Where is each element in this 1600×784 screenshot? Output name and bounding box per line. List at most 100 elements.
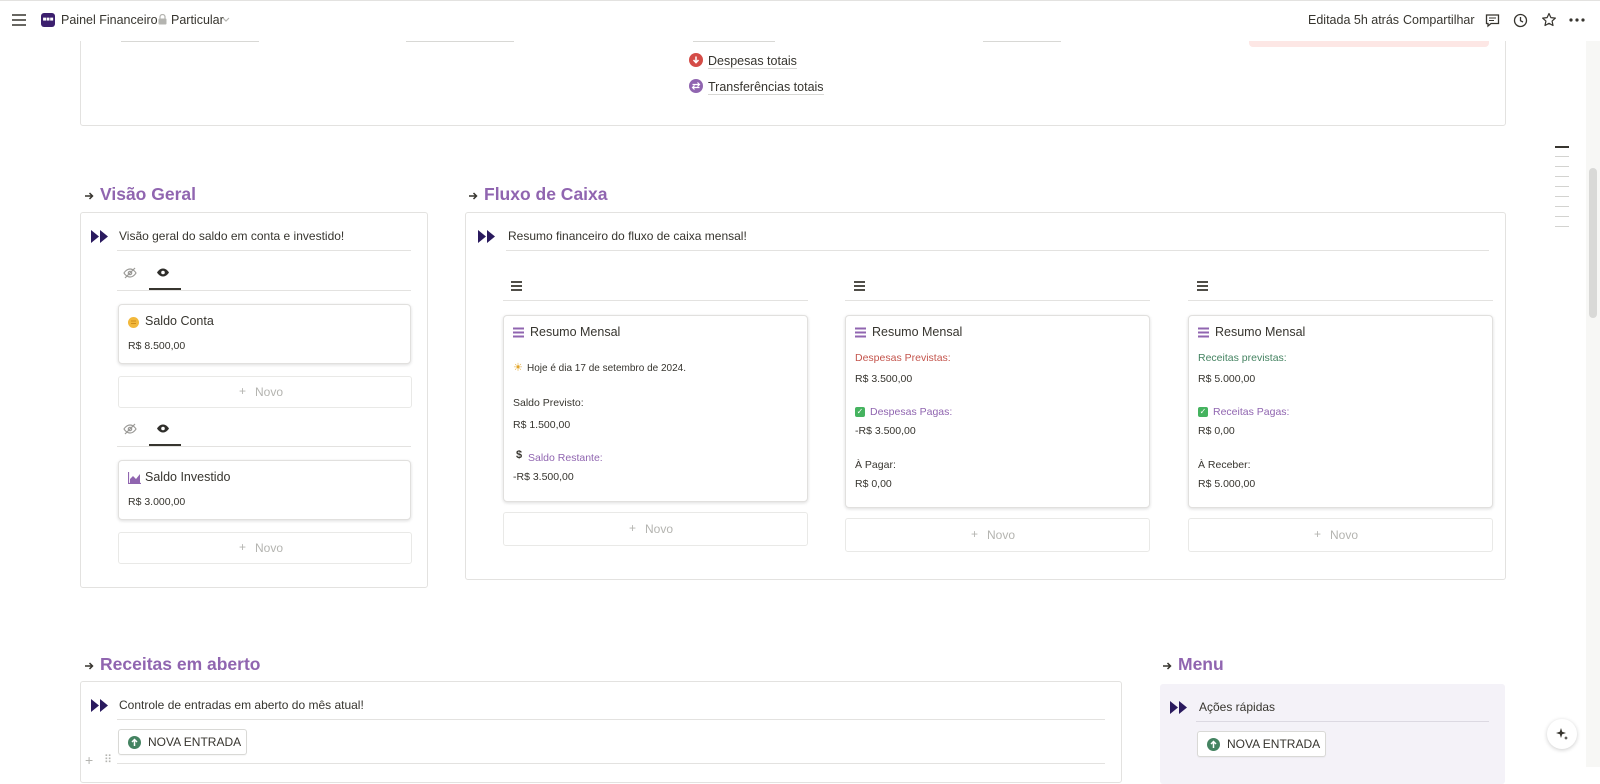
lock-icon bbox=[158, 14, 167, 25]
divider bbox=[506, 250, 1489, 251]
card-saldo-investido[interactable]: Saldo Investido R$ 3.000,00 bbox=[118, 460, 411, 520]
star-icon[interactable] bbox=[1541, 12, 1557, 28]
divider bbox=[117, 763, 1105, 764]
section-title-receitas: Receitas em aberto bbox=[100, 654, 261, 674]
double-arrow-icon bbox=[478, 230, 496, 243]
list-view-icon[interactable] bbox=[1197, 281, 1208, 291]
fluxo-caixa-panel: Resumo financeiro do fluxo de caixa mens… bbox=[465, 212, 1506, 580]
card-resumo-mensal[interactable]: Resumo Mensal Despesas Previstas: R$ 3.5… bbox=[845, 315, 1150, 508]
card-resumo-mensal[interactable]: Resumo Mensal ☀ Hoje é dia 17 de setembr… bbox=[503, 315, 808, 502]
coin-icon bbox=[128, 317, 139, 328]
divider bbox=[1188, 300, 1493, 301]
line-value: R$ 0,00 bbox=[1198, 425, 1235, 437]
clipped-item bbox=[406, 41, 514, 42]
plus-icon: + bbox=[1314, 527, 1322, 541]
divider bbox=[117, 446, 411, 447]
clipped-item bbox=[983, 41, 1061, 42]
chevron-down-icon[interactable] bbox=[222, 17, 230, 22]
divider bbox=[503, 300, 808, 301]
line-label: Receitas Pagas: bbox=[1213, 406, 1290, 418]
new-button-label: Novo bbox=[1330, 528, 1359, 542]
eye-icon[interactable] bbox=[156, 267, 170, 278]
arrow-down-circle-icon bbox=[689, 53, 703, 67]
sun-icon: ☀ bbox=[513, 362, 523, 374]
divider bbox=[1196, 721, 1489, 722]
card-value: R$ 3.000,00 bbox=[128, 496, 186, 508]
arrow-up-circle-icon bbox=[1207, 738, 1220, 751]
sparkle-icon bbox=[1555, 727, 1569, 741]
arrow-up-circle-icon bbox=[128, 736, 141, 749]
plus-icon: + bbox=[971, 527, 979, 541]
toggle-arrow-icon[interactable] bbox=[468, 191, 478, 201]
line-label: À Receber: bbox=[1198, 459, 1251, 471]
toggle-arrow-icon[interactable] bbox=[1162, 661, 1172, 671]
eye-slash-icon[interactable] bbox=[123, 423, 137, 435]
section-title-menu: Menu bbox=[1178, 654, 1224, 674]
total-transfers-link[interactable]: Transferências totais bbox=[708, 80, 824, 95]
list-view-icon[interactable] bbox=[511, 281, 522, 291]
receitas-panel: Controle de entradas em aberto do mês at… bbox=[80, 681, 1122, 783]
line-label: À Pagar: bbox=[855, 459, 896, 471]
more-options-icon[interactable] bbox=[1569, 18, 1585, 22]
sidebar-menu-icon[interactable] bbox=[12, 14, 26, 26]
line-label: Receitas previstas: bbox=[1198, 352, 1287, 364]
line-value: -R$ 3.500,00 bbox=[513, 471, 574, 483]
new-item-button[interactable]: + Novo bbox=[845, 518, 1150, 552]
list-icon bbox=[513, 327, 524, 338]
new-button-label: Novo bbox=[255, 385, 284, 399]
list-icon bbox=[855, 327, 866, 338]
transfer-circle-icon bbox=[689, 79, 703, 93]
line-label: Despesas Pagas: bbox=[870, 406, 953, 418]
share-button[interactable]: Compartilhar bbox=[1403, 13, 1475, 27]
add-block-icon[interactable]: + bbox=[85, 753, 93, 767]
history-clock-icon[interactable] bbox=[1513, 13, 1528, 28]
ai-assistant-button[interactable] bbox=[1547, 719, 1577, 749]
clipped-item bbox=[693, 41, 775, 42]
line-value: R$ 0,00 bbox=[855, 478, 892, 490]
toggle-arrow-icon[interactable] bbox=[84, 661, 94, 671]
page-outline-markers[interactable] bbox=[1555, 146, 1569, 227]
card-title: Saldo Conta bbox=[145, 314, 214, 328]
section-title-visao-geral: Visão Geral bbox=[100, 184, 196, 204]
dollar-icon: $ bbox=[516, 449, 523, 461]
double-arrow-icon bbox=[1170, 701, 1188, 714]
breadcrumb-page-title[interactable]: Painel Financeiro bbox=[61, 13, 158, 27]
new-entry-button[interactable]: NOVA ENTRADA bbox=[1197, 731, 1326, 757]
card-saldo-conta[interactable]: Saldo Conta R$ 8.500,00 bbox=[118, 304, 411, 364]
plus-icon: + bbox=[239, 384, 247, 398]
new-button-label: Novo bbox=[645, 522, 674, 536]
new-item-button[interactable]: + Novo bbox=[118, 376, 412, 408]
menu-panel: Ações rápidas NOVA ENTRADA bbox=[1160, 684, 1505, 784]
checkbox-icon: ✓ bbox=[1198, 407, 1208, 417]
scrollbar-track[interactable] bbox=[1586, 40, 1600, 767]
divider bbox=[117, 250, 411, 251]
eye-icon[interactable] bbox=[156, 423, 170, 434]
total-expenses-link[interactable]: Despesas totais bbox=[708, 54, 797, 69]
edited-status: Editada 5h atrás bbox=[1308, 13, 1400, 27]
card-resumo-mensal[interactable]: Resumo Mensal Receitas previstas: R$ 5.0… bbox=[1188, 315, 1493, 508]
list-view-icon[interactable] bbox=[854, 281, 865, 291]
chart-area-icon bbox=[128, 472, 141, 484]
button-label: NOVA ENTRADA bbox=[148, 735, 242, 749]
divider bbox=[117, 719, 1105, 720]
card-title: Resumo Mensal bbox=[872, 325, 963, 339]
line-label: Saldo Previsto: bbox=[513, 397, 584, 409]
comment-icon[interactable] bbox=[1485, 13, 1500, 28]
eye-slash-icon[interactable] bbox=[123, 267, 137, 279]
checkbox-icon: ✓ bbox=[855, 407, 865, 417]
new-button-label: Novo bbox=[255, 541, 284, 555]
scrollbar-thumb[interactable] bbox=[1589, 168, 1597, 318]
clipped-item bbox=[121, 41, 259, 42]
list-icon bbox=[1198, 327, 1209, 338]
new-entry-button[interactable]: NOVA ENTRADA bbox=[118, 729, 247, 755]
new-item-button[interactable]: + Novo bbox=[1188, 518, 1493, 552]
drag-handle-icon[interactable]: ⠿ bbox=[104, 754, 112, 766]
toggle-arrow-icon[interactable] bbox=[84, 191, 94, 201]
visao-geral-panel: Visão geral do saldo em conta e investid… bbox=[80, 212, 428, 588]
privacy-label[interactable]: Particular bbox=[171, 13, 224, 27]
plus-icon: + bbox=[239, 540, 247, 554]
line-label: Saldo Restante: bbox=[528, 452, 603, 464]
line-label: Despesas Previstas: bbox=[855, 352, 951, 364]
new-item-button[interactable]: + Novo bbox=[503, 512, 808, 546]
new-item-button[interactable]: + Novo bbox=[118, 532, 412, 564]
